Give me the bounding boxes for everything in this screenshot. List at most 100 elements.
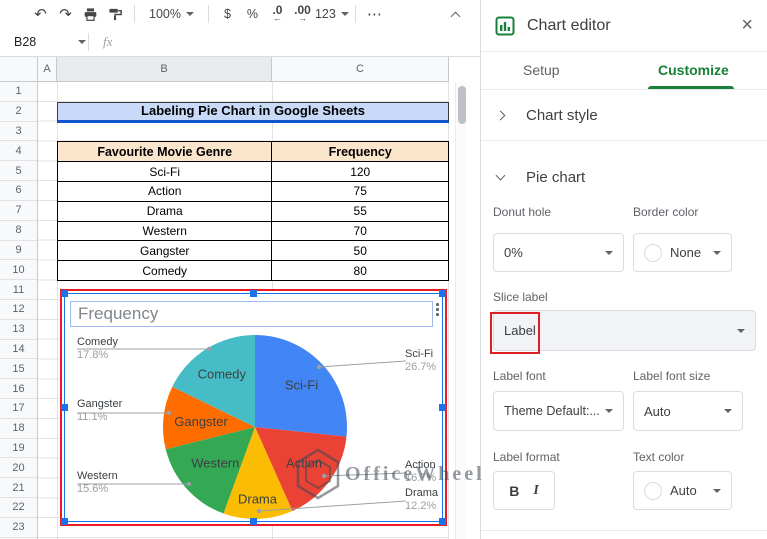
selection-handle[interactable] <box>250 518 257 525</box>
tab-customize[interactable]: Customize <box>658 62 729 78</box>
selection-handle[interactable] <box>61 404 68 411</box>
row-header[interactable]: 2 <box>0 102 37 122</box>
column-header-a[interactable]: A <box>38 57 57 82</box>
pie-callout-western: Western 15.6% <box>77 470 118 495</box>
row-header[interactable]: 19 <box>0 439 37 459</box>
row-header[interactable]: 6 <box>0 181 37 201</box>
row-header[interactable]: 20 <box>0 458 37 479</box>
select-all-corner[interactable] <box>0 57 38 82</box>
panel-tabs: Setup Customize <box>481 52 767 90</box>
row-header[interactable]: 5 <box>0 161 37 182</box>
table-cell[interactable]: 80 <box>272 261 449 282</box>
italic-button[interactable]: I <box>533 483 538 499</box>
row-header[interactable]: 1 <box>0 82 37 102</box>
bold-button[interactable]: B <box>509 483 519 499</box>
table-cell[interactable]: 75 <box>272 182 449 202</box>
border-color-select[interactable]: None <box>633 233 732 272</box>
selection-handle[interactable] <box>250 290 257 297</box>
selection-handle[interactable] <box>61 518 68 525</box>
column-header-b[interactable]: B <box>57 57 272 82</box>
collapse-toolbar-icon[interactable] <box>443 2 468 26</box>
chart-editor-icon <box>495 16 515 35</box>
divider <box>481 530 767 531</box>
section-pie-chart[interactable]: Pie chart <box>481 152 767 202</box>
undo-icon[interactable]: ↶ <box>28 2 53 26</box>
callout-anchor-dot <box>256 508 262 514</box>
toolbar-separator <box>134 5 135 23</box>
pie-chart-object[interactable]: Sci-Fi Action Drama Western Gangster Comedy S… <box>61 290 482 525</box>
table-cell[interactable]: Comedy <box>58 261 273 282</box>
chart-menu-icon[interactable] <box>436 303 439 316</box>
table-cell[interactable]: 70 <box>272 221 449 242</box>
scrollbar-thumb[interactable] <box>458 86 466 124</box>
decrease-decimal-button[interactable]: .0 ← <box>265 2 290 26</box>
selection-handle[interactable] <box>439 518 446 525</box>
table-row: Favourite Movie Genre Frequency <box>58 142 449 163</box>
chart-title[interactable]: Frequency <box>70 301 433 327</box>
row-header[interactable]: 12 <box>0 300 37 320</box>
row-header[interactable]: 9 <box>0 241 37 261</box>
slice-label: Drama <box>238 491 278 506</box>
section-chart-style[interactable]: Chart style <box>481 90 767 141</box>
row-header[interactable]: 10 <box>0 260 37 281</box>
zoom-select[interactable]: 100% <box>141 2 202 26</box>
label-format-label: Label format <box>493 450 560 464</box>
table-cell[interactable]: 50 <box>272 241 449 262</box>
table-cell[interactable]: Frequency <box>272 142 449 163</box>
selection-handle[interactable] <box>439 290 446 297</box>
table-cell[interactable]: Drama <box>58 201 273 222</box>
format-percent-button[interactable]: % <box>240 2 265 26</box>
row-header[interactable]: 18 <box>0 419 37 439</box>
row-header[interactable]: 4 <box>0 141 37 162</box>
toolbar: ↶ ↷ 100% $ % .0 ← .00 → 123 ⋯ <box>0 0 480 28</box>
redo-icon[interactable]: ↷ <box>53 2 78 26</box>
increase-decimal-button[interactable]: .00 → <box>290 2 315 26</box>
row-header[interactable]: 11 <box>0 280 37 300</box>
callout-anchor-dot <box>186 481 192 487</box>
toolbar-separator <box>207 5 209 23</box>
label-font-size-select[interactable]: Auto <box>633 391 743 431</box>
formula-input[interactable] <box>120 28 480 56</box>
column-header-c[interactable]: C <box>272 57 449 82</box>
close-icon[interactable]: × <box>741 14 753 37</box>
table-cell[interactable]: Action <box>58 182 273 202</box>
selection-handle[interactable] <box>439 404 446 411</box>
row-header[interactable]: 21 <box>0 478 37 499</box>
name-box[interactable]: B28 <box>0 35 86 49</box>
row-header[interactable]: 16 <box>0 379 37 399</box>
row-header[interactable]: 3 <box>0 122 37 142</box>
table-cell[interactable]: Gangster <box>58 241 273 262</box>
grid-body: 1 2 3 4 5 6 7 8 9 10 11 12 13 14 15 16 17 18 19 20 21 22 23 La… <box>0 82 482 539</box>
tab-setup[interactable]: Setup <box>523 62 560 78</box>
table-cell[interactable]: Favourite Movie Genre <box>58 142 273 163</box>
table-cell[interactable]: 55 <box>272 201 449 222</box>
row-header[interactable]: 7 <box>0 201 37 221</box>
more-options-icon[interactable]: ⋯ <box>362 2 387 26</box>
table-cell[interactable]: 120 <box>272 162 449 183</box>
number-format-menu[interactable]: 123 <box>315 2 349 26</box>
sheet-title-cell[interactable]: Labeling Pie Chart in Google Sheets <box>57 101 449 123</box>
donut-hole-select[interactable]: 0% <box>493 233 624 272</box>
paint-format-icon[interactable] <box>103 2 128 26</box>
row-header[interactable]: 14 <box>0 340 37 360</box>
pie-callout-gangster: Gangster 11.1% <box>77 398 123 423</box>
row-header[interactable]: 8 <box>0 221 37 241</box>
row-header[interactable]: 17 <box>0 399 37 419</box>
format-currency-button[interactable]: $ <box>215 2 240 26</box>
row-header[interactable]: 13 <box>0 320 37 340</box>
row-header[interactable]: 22 <box>0 498 37 518</box>
table-cell[interactable]: Sci-Fi <box>58 162 273 183</box>
table-row: Western 70 <box>58 221 449 242</box>
selection-handle[interactable] <box>61 290 68 297</box>
donut-hole-label: Donut hole <box>493 205 552 219</box>
row-header[interactable]: 15 <box>0 359 37 380</box>
table-cell[interactable]: Western <box>58 221 273 242</box>
print-icon[interactable] <box>78 2 103 26</box>
text-color-select[interactable]: Auto <box>633 471 732 510</box>
chart-editor-panel: Chart editor × Setup Customize Chart sty… <box>480 0 767 539</box>
slice-label: Sci-Fi <box>285 378 318 393</box>
toolbar-separator <box>354 5 356 23</box>
label-font-select[interactable]: Theme Default:... <box>493 391 624 431</box>
row-header[interactable]: 23 <box>0 518 37 538</box>
row-headers: 1 2 3 4 5 6 7 8 9 10 11 12 13 14 15 16 17 18 19 20 21 22 23 <box>0 82 38 539</box>
